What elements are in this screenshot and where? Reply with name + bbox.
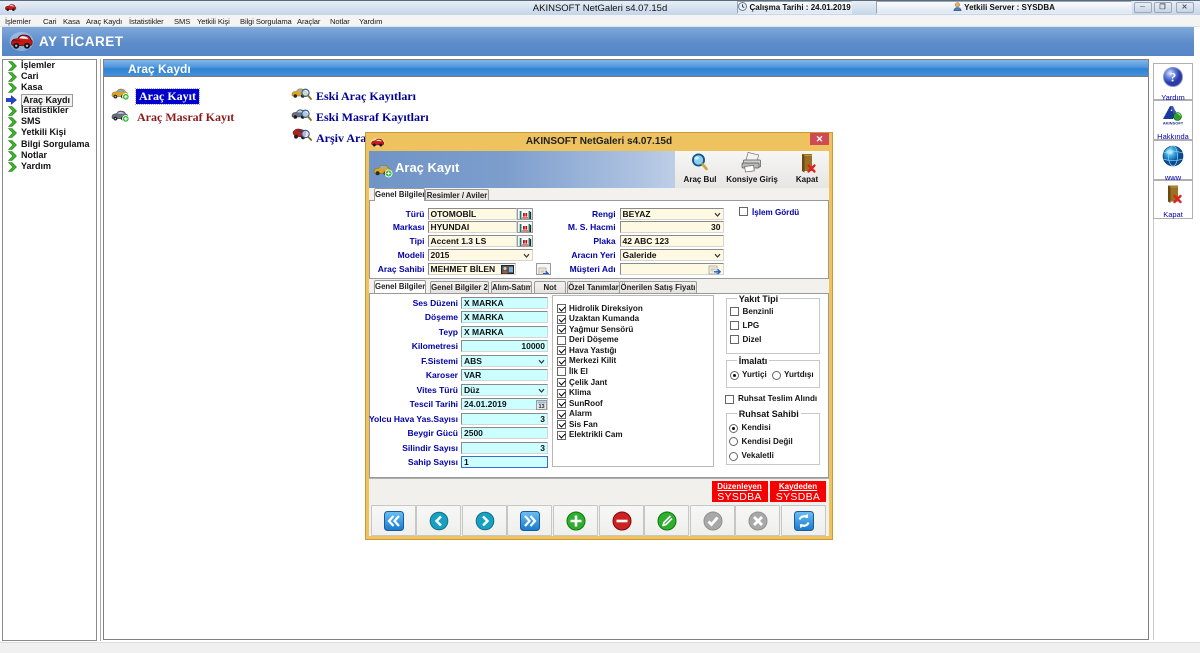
svg-text:?: ?: [1170, 70, 1177, 85]
svg-text:AKINSOFT: AKINSOFT: [1163, 121, 1184, 126]
svg-text:13: 13: [538, 404, 544, 410]
